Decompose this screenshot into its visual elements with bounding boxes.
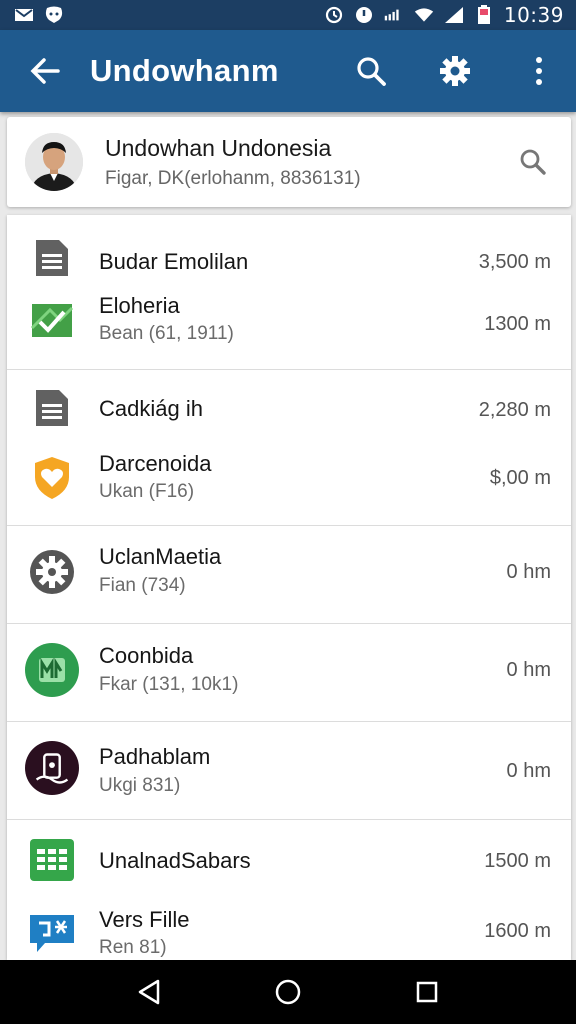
profile-card[interactable]: Undowhan Undonesia Figar, DK(erlohanm, 8…: [7, 117, 571, 207]
mail-icon: [14, 7, 34, 23]
chat-bubble-icon: [25, 905, 79, 959]
list-item[interactable]: Darcenoida Ukan (F16) $,00 m: [7, 451, 571, 529]
item-label: Coonbida: [99, 643, 194, 668]
list-item[interactable]: Padhablam Ukgi 831) 0 hm: [7, 731, 571, 819]
item-label: Vers Fille: [99, 907, 190, 932]
gear-icon: [25, 545, 79, 599]
divider: [7, 525, 571, 526]
heart-badge-icon: [25, 451, 79, 505]
map-app-icon: [25, 643, 79, 697]
data-icon: [354, 7, 374, 23]
app-bar: Undowhanm: [0, 30, 576, 112]
profile-name: Undowhan Undonesia: [105, 134, 332, 161]
item-label: Darcenoida: [99, 451, 212, 476]
navigation-bar: [0, 960, 576, 1024]
item-value: 2,280 m: [478, 399, 551, 421]
divider: [7, 721, 571, 722]
item-value: 0 hm: [506, 561, 551, 583]
item-value: 0 hm: [506, 760, 551, 782]
item-value: 1600 m: [484, 920, 551, 942]
signal-icon: [444, 7, 464, 23]
list-item[interactable]: Eloheria Bean (61, 1911) 1300 m: [7, 293, 571, 371]
phone-app-icon: [25, 741, 79, 795]
settings-icon[interactable]: [432, 48, 478, 94]
wifi-icon: [414, 7, 434, 23]
list-item[interactable]: Cadkiág ih 2,280 m: [7, 379, 571, 449]
item-value: $,00 m: [489, 467, 551, 489]
network-speed-icon: [384, 7, 404, 23]
item-value: 1300 m: [484, 313, 551, 335]
divider: [7, 369, 571, 370]
grid-app-icon: [25, 833, 79, 887]
battery-icon: [474, 5, 494, 24]
item-subtitle: Ukan (F16): [99, 481, 195, 502]
item-value: 1500 m: [484, 850, 551, 872]
item-value: 0 hm: [506, 659, 551, 681]
recents-square-icon[interactable]: [407, 972, 447, 1012]
search-icon[interactable]: [513, 142, 553, 182]
list-item[interactable]: Budar Emolilan 3,500 m: [7, 223, 571, 293]
profile-subtitle: Figar, DK(erlohanm, 8836131): [105, 167, 361, 189]
item-label: Cadkiág ih: [99, 396, 203, 421]
avatar: [25, 133, 83, 191]
item-subtitle: Fkar (131, 10k1): [99, 674, 239, 695]
check-image-icon: [25, 293, 79, 347]
item-value: 3,500 m: [478, 251, 551, 273]
notification-icon: [44, 6, 64, 23]
back-triangle-icon[interactable]: [129, 972, 169, 1012]
home-circle-icon[interactable]: [268, 972, 308, 1012]
list-item[interactable]: Coonbida Fkar (131, 10k1) 0 hm: [7, 633, 571, 721]
list-item[interactable]: UclanMaetia Fian (734) 0 hm: [7, 535, 571, 623]
divider: [7, 623, 571, 624]
item-label: UnalnadSabars: [99, 848, 251, 873]
item-label: Budar Emolilan: [99, 249, 249, 274]
item-subtitle: Ren 81): [99, 937, 167, 958]
status-bar: 10:39: [0, 0, 576, 30]
item-list: Budar Emolilan 3,500 m Eloheria Bean (61…: [7, 215, 571, 960]
alarm-icon: [324, 6, 344, 24]
list-item[interactable]: UnalnadSabars 1500 m: [7, 829, 571, 889]
clock: 10:39: [503, 3, 564, 27]
document-icon: [25, 231, 79, 285]
item-subtitle: Fian (734): [99, 575, 186, 596]
more-vert-icon[interactable]: [516, 48, 562, 94]
document-icon: [25, 381, 79, 435]
item-label: Eloheria: [99, 293, 180, 318]
item-subtitle: Bean (61, 1911): [99, 323, 234, 344]
back-arrow-icon[interactable]: [22, 48, 68, 94]
divider: [7, 819, 571, 820]
list-item[interactable]: Vers Fille Ren 81) 1600 m: [7, 905, 571, 960]
app-title: Undowhanm: [90, 53, 279, 88]
item-subtitle: Ukgi 831): [99, 775, 181, 796]
item-label: Padhablam: [99, 744, 211, 769]
search-icon[interactable]: [348, 48, 394, 94]
item-label: UclanMaetia: [99, 544, 222, 569]
